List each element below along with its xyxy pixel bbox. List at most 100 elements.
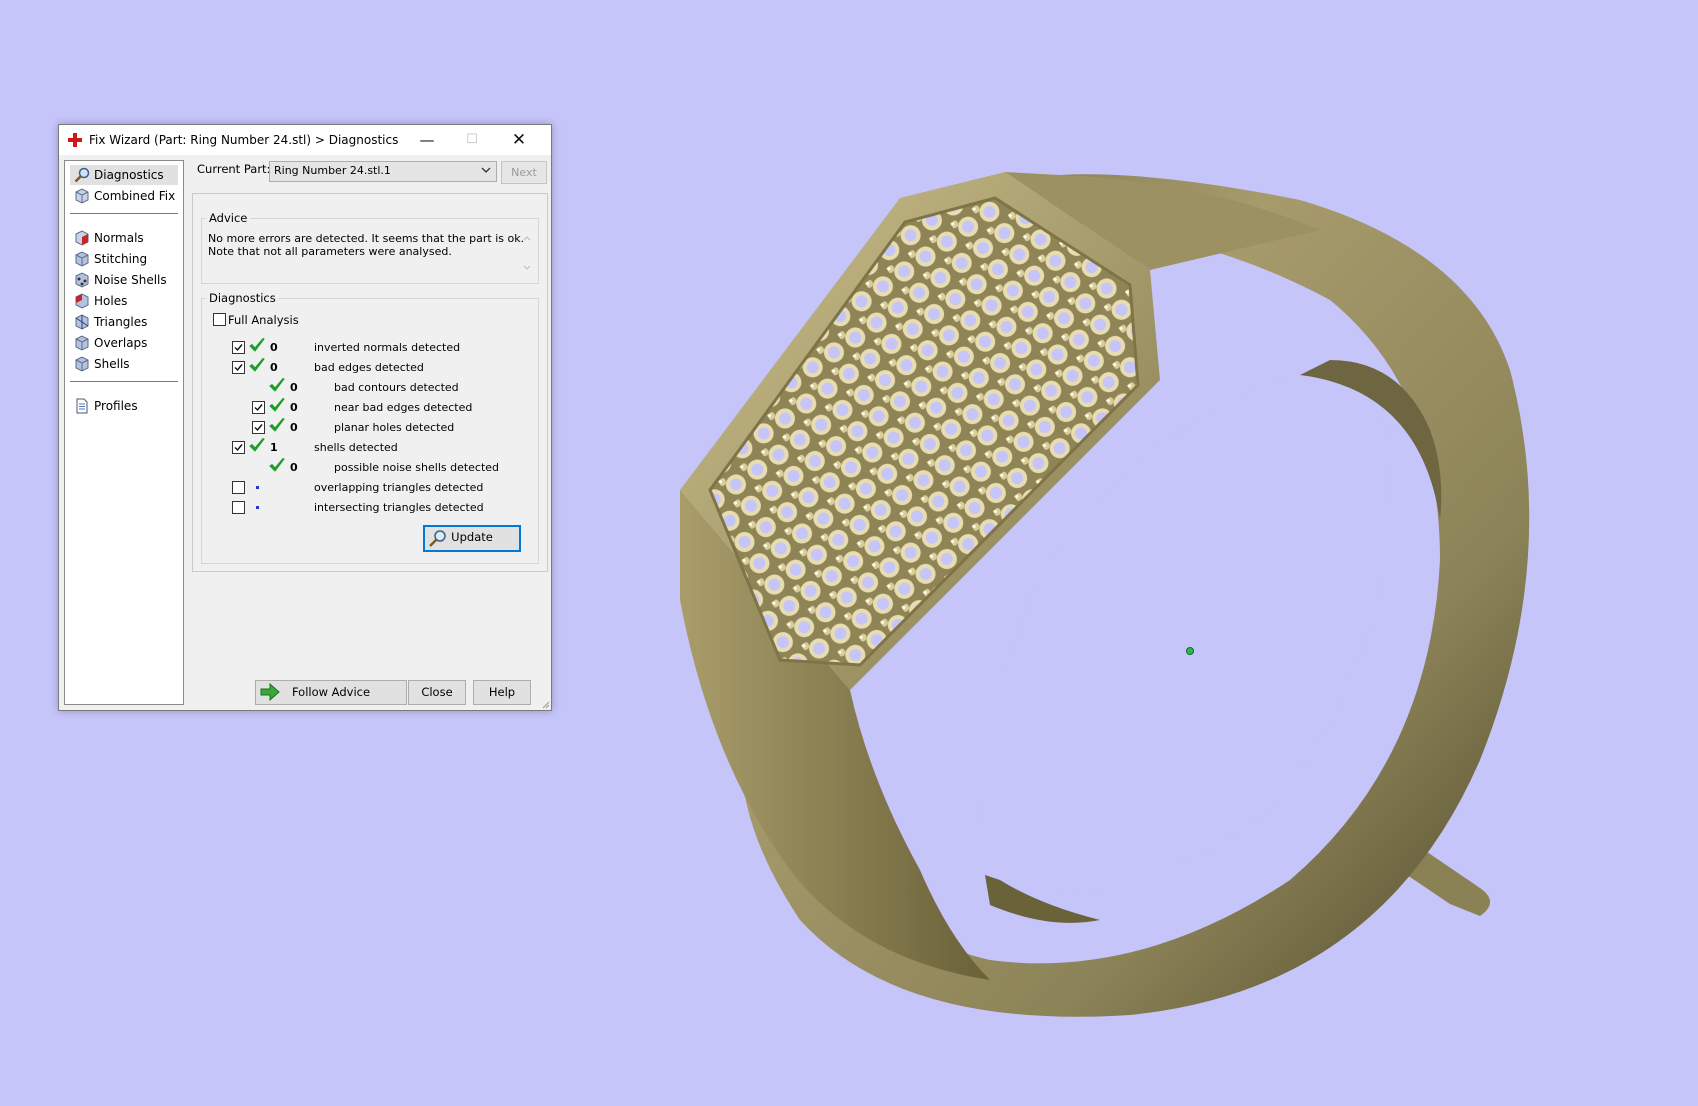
ring-model [680,172,1530,1017]
wizard-sidebar: Diagnostics Combined Fix Normals Stitchi… [64,160,184,705]
diagnostic-checkbox[interactable] [232,441,245,454]
sidebar-item-label: Combined Fix [94,189,176,203]
green-check-icon [269,457,285,474]
diagnostic-checkbox[interactable] [232,481,245,494]
diagnostic-checkbox[interactable] [252,401,265,414]
diagnostic-label: overlapping triangles detected [314,481,484,494]
sidebar-item-label: Normals [94,231,144,245]
next-button[interactable]: Next [501,161,547,184]
sidebar-item-label: Triangles [94,315,148,329]
diagnostic-row: 0 bad contours detected [202,377,532,399]
diagnostic-label: possible noise shells detected [334,461,500,474]
sidebar-item-noise-shells[interactable]: Noise Shells [70,270,178,290]
checkmark-icon [234,364,243,372]
current-part-value: Ring Number 24.stl.1 [274,164,391,177]
diagnostic-count: 0 [270,361,278,374]
diagnostic-label: intersecting triangles detected [314,501,484,514]
sidebar-item-label: Shells [94,357,130,371]
close-button[interactable]: Close [408,680,466,705]
diagnostic-count: 0 [290,421,298,434]
diagnostic-count: 0 [290,381,298,394]
diagnostic-row: 0 possible noise shells detected [202,457,532,479]
sidebar-item-label: Overlaps [94,336,148,350]
checkmark-icon [254,404,263,412]
green-check-icon [269,397,285,414]
diagnostic-row: 0 planar holes detected [202,417,532,439]
green-check-icon [269,417,285,434]
maximize-button[interactable]: ☐ [450,125,494,155]
advice-group: Advice No more errors are detected. It s… [201,211,539,284]
full-analysis-checkbox[interactable] [213,313,226,326]
diagnostic-checkbox[interactable] [252,421,265,434]
update-button[interactable]: Update [423,525,521,552]
diagnostic-label: inverted normals detected [314,341,461,354]
advice-text: No more errors are detected. It seems th… [208,232,525,278]
sidebar-item-stitching[interactable]: Stitching [70,249,178,269]
title-bar[interactable]: Fix Wizard (Part: Ring Number 24.stl) > … [59,125,551,155]
document-icon [76,398,88,414]
noise-shells-cube-icon [75,272,89,288]
sidebar-item-overlaps[interactable]: Overlaps [70,333,178,353]
resize-grip-icon[interactable] [540,699,550,709]
sidebar-item-diagnostics[interactable]: Diagnostics [70,165,178,185]
magnifier-icon [429,530,446,547]
diagnostic-label: near bad edges detected [334,401,473,414]
red-cross-icon [68,133,82,147]
diagnostic-label: bad contours detected [334,381,459,394]
holes-cube-icon [75,293,89,309]
diagnostic-row: 1 shells detected [202,437,532,459]
diagnostic-count: 0 [290,401,298,414]
sidebar-item-label: Holes [94,294,128,308]
help-button[interactable]: Help [473,680,531,705]
sidebar-item-holes[interactable]: Holes [70,291,178,311]
normals-cube-icon [75,230,89,246]
sidebar-item-profiles[interactable]: Profiles [70,396,178,416]
diagnostic-checkbox[interactable] [232,501,245,514]
close-window-button[interactable]: ✕ [497,125,541,155]
sidebar-item-combined-fix[interactable]: Combined Fix [70,186,178,206]
advice-line: No more errors are detected. It seems th… [208,232,525,245]
pending-dot-icon [256,486,259,489]
magnifier-icon [74,167,90,183]
advice-line: Note that not all parameters were analys… [208,245,452,258]
stitching-cube-icon [75,251,89,267]
current-part-select[interactable]: Ring Number 24.stl.1 [269,161,497,182]
follow-advice-label: Follow Advice [291,685,371,699]
checkmark-icon [254,424,263,432]
fix-wizard-window: Fix Wizard (Part: Ring Number 24.stl) > … [58,124,552,711]
diagnostic-row: intersecting triangles detected [202,499,532,519]
green-check-icon [249,337,265,354]
diagnostic-label: bad edges detected [314,361,424,374]
diagnostic-checkbox[interactable] [232,341,245,354]
sidebar-divider [70,213,178,214]
advice-title: Advice [206,211,251,225]
window-title: Fix Wizard (Part: Ring Number 24.stl) > … [89,133,399,147]
overlaps-cube-icon [75,335,89,351]
diagnostic-label: planar holes detected [334,421,455,434]
pending-dot-icon [256,506,259,509]
diagnostic-row: 0 near bad edges detected [202,397,532,419]
advice-scrollbar[interactable] [520,232,534,274]
diagnostic-row: 0 inverted normals detected [202,337,532,359]
shells-cube-icon [75,356,89,372]
diagnostic-count: 1 [270,441,278,454]
sidebar-item-normals[interactable]: Normals [70,228,178,248]
sidebar-item-label: Stitching [94,252,148,266]
pivot-marker [1186,647,1194,655]
sidebar-item-label: Profiles [94,399,138,413]
diagnostics-title: Diagnostics [206,291,279,305]
checkmark-icon [234,344,243,352]
cube-icon [75,188,89,204]
checkmark-icon [234,444,243,452]
sidebar-item-triangles[interactable]: Triangles [70,312,178,332]
diagnostics-group: Diagnostics Full Analysis 0 inverted norm… [201,291,539,564]
diagnostic-checkbox[interactable] [232,361,245,374]
sidebar-item-shells[interactable]: Shells [70,354,178,374]
minimize-button[interactable]: — [405,125,449,155]
follow-advice-button[interactable]: Follow Advice [255,680,407,705]
update-button-label: Update [451,530,493,544]
green-check-icon [249,437,265,454]
diagnostic-row: 0 bad edges detected [202,357,532,379]
arrow-right-icon [260,683,280,701]
diagnostic-row: overlapping triangles detected [202,479,532,499]
